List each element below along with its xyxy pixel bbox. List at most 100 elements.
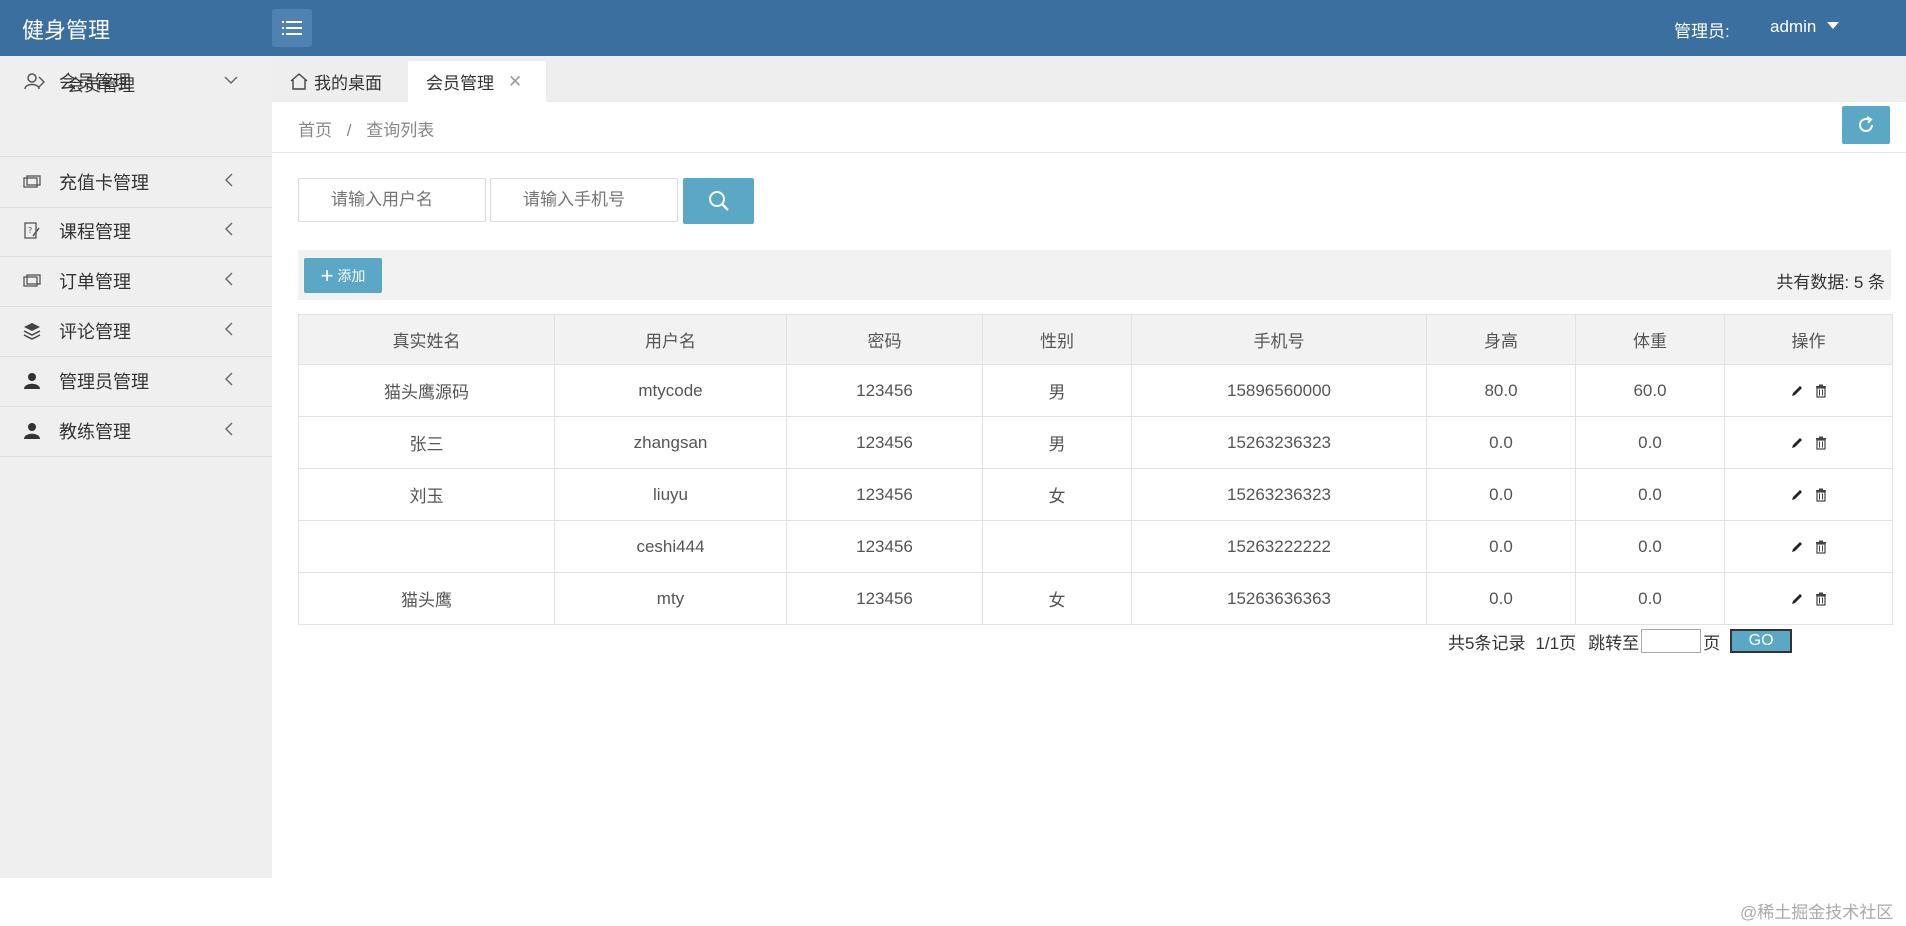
card-icon (22, 172, 42, 192)
refresh-button[interactable] (1842, 106, 1890, 144)
sidebar-item-label: 订单管理 (59, 272, 131, 292)
cell-weight: 0.0 (1575, 416, 1725, 469)
column-header: 手机号 (1131, 314, 1427, 365)
close-icon[interactable]: ✕ (508, 72, 522, 92)
chevron-right-icon (38, 75, 46, 91)
sidebar-item-label: 评论管理 (59, 322, 131, 342)
table-header-row: 真实姓名 用户名 密码 性别 手机号 身高 体重 操作 (298, 314, 1893, 365)
sidebar-item-label: 教练管理 (59, 422, 131, 442)
plus-icon: + (320, 262, 334, 288)
caret-down-icon[interactable] (1827, 22, 1839, 29)
cell-height: 0.0 (1426, 572, 1576, 625)
sidebar: 会员管理 会员管理 充值卡管理 ? 课程管理 订单管理 评论管理 管理员管理 教… (0, 56, 272, 878)
trash-icon[interactable] (1814, 384, 1828, 398)
breadcrumb-current: 查询列表 (366, 121, 435, 140)
menu-toggle-button[interactable] (272, 9, 312, 47)
tab-bar: 我的桌面 会员管理 ✕ (272, 56, 1906, 102)
username-search-input[interactable] (298, 178, 486, 222)
edit-icon[interactable] (1790, 488, 1804, 502)
table-row: ceshi444 123456 15263222222 0.0 0.0 (298, 520, 1893, 573)
add-button-label: 添加 (337, 267, 366, 284)
sidebar-item-admins[interactable]: 管理员管理 (0, 356, 272, 407)
trash-icon[interactable] (1814, 592, 1828, 606)
table-row: 刘玉 liuyu 123456 女 15263236323 0.0 0.0 (298, 468, 1893, 521)
cell-gender: 女 (982, 572, 1132, 625)
sidebar-subitem-label: 会员管理 (67, 75, 135, 95)
cell-password: 123456 (786, 468, 983, 521)
sidebar-item-comments[interactable]: 评论管理 (0, 306, 272, 357)
cell-height: 0.0 (1426, 416, 1576, 469)
cell-password: 123456 (786, 572, 983, 625)
cell-real-name (298, 520, 555, 573)
table-row: 张三 zhangsan 123456 男 15263236323 0.0 0.0 (298, 416, 1893, 469)
page-jump-input[interactable] (1641, 629, 1702, 653)
tab-home-label: 我的桌面 (314, 73, 382, 93)
cell-actions (1724, 520, 1893, 573)
phone-search-input[interactable] (490, 178, 678, 222)
search-button[interactable] (683, 178, 754, 224)
page-count: 1/1页 (1535, 633, 1577, 653)
svg-text:?: ? (28, 226, 32, 235)
go-button[interactable]: GO (1730, 629, 1793, 653)
edit-icon[interactable] (1790, 540, 1804, 554)
sidebar-item-cards[interactable]: 充值卡管理 (0, 156, 272, 208)
cell-gender (982, 520, 1132, 573)
chevron-left-icon (224, 222, 234, 241)
breadcrumb-home[interactable]: 首页 (298, 121, 332, 140)
edit-icon[interactable] (1790, 384, 1804, 398)
person-icon (22, 421, 42, 441)
trash-icon[interactable] (1814, 488, 1828, 502)
course-icon: ? (22, 221, 42, 241)
chevron-left-icon (224, 272, 234, 291)
cell-phone: 15263222222 (1131, 520, 1427, 573)
cell-password: 123456 (786, 520, 983, 573)
cell-password: 123456 (786, 364, 983, 417)
edit-icon[interactable] (1790, 436, 1804, 450)
order-icon (22, 271, 42, 291)
chevron-left-icon (224, 173, 234, 192)
cell-phone: 15263236323 (1131, 416, 1427, 469)
sidebar-item-orders[interactable]: 订单管理 (0, 256, 272, 307)
breadcrumb-separator: / (346, 121, 352, 140)
tab-members[interactable]: 会员管理 ✕ (408, 61, 546, 102)
home-icon (290, 72, 308, 90)
record-count: 共5条记录 (1448, 633, 1526, 653)
cell-height: 80.0 (1426, 364, 1576, 417)
sidebar-subitem-members[interactable]: 会员管理 (0, 56, 272, 110)
chevron-left-icon (224, 422, 234, 441)
sidebar-item-label: 课程管理 (59, 222, 131, 242)
cell-real-name: 猫头鹰源码 (298, 364, 555, 417)
edit-icon[interactable] (1790, 592, 1804, 606)
chevron-left-icon (224, 322, 234, 341)
trash-icon[interactable] (1814, 436, 1828, 450)
search-icon (708, 191, 729, 211)
breadcrumb-bar: 首页 / 查询列表 (272, 102, 1906, 153)
table-row: 猫头鹰源码 mtycode 123456 男 15896560000 80.0 … (298, 364, 1893, 417)
cell-weight: 0.0 (1575, 572, 1725, 625)
cell-password: 123456 (786, 416, 983, 469)
add-button[interactable]: + 添加 (304, 258, 382, 293)
table-row: 猫头鹰 mty 123456 女 15263636363 0.0 0.0 (298, 572, 1893, 625)
app-title: 健身管理 (22, 18, 111, 43)
sidebar-item-courses[interactable]: ? 课程管理 (0, 206, 272, 257)
cell-gender: 女 (982, 468, 1132, 521)
cell-real-name: 刘玉 (298, 468, 555, 521)
cell-username: mtycode (554, 364, 787, 417)
cell-username: liuyu (554, 468, 787, 521)
trash-icon[interactable] (1814, 540, 1828, 554)
chevron-left-icon (224, 372, 234, 391)
column-header: 身高 (1426, 314, 1576, 365)
page-unit: 页 (1703, 633, 1721, 653)
cell-phone: 15896560000 (1131, 364, 1427, 417)
column-header: 性别 (982, 314, 1132, 365)
cell-gender: 男 (982, 364, 1132, 417)
tab-home[interactable]: 我的桌面 (290, 66, 382, 96)
cell-username: ceshi444 (554, 520, 787, 573)
cell-username: zhangsan (554, 416, 787, 469)
sidebar-item-coaches[interactable]: 教练管理 (0, 406, 272, 457)
cell-actions (1724, 468, 1893, 521)
column-header: 用户名 (554, 314, 787, 365)
admin-user-menu[interactable]: admin (1770, 17, 1816, 37)
cell-phone: 15263636363 (1131, 572, 1427, 625)
cell-weight: 0.0 (1575, 468, 1725, 521)
